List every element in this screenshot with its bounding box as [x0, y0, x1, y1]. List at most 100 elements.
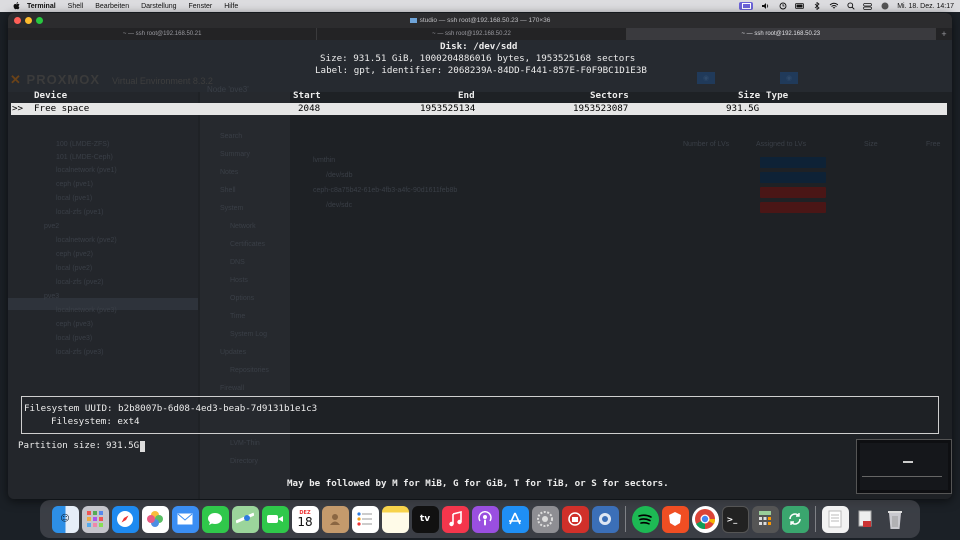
- menu-item-shell[interactable]: Shell: [68, 3, 84, 10]
- podcasts-icon[interactable]: [471, 505, 499, 533]
- text-cursor: [140, 441, 145, 452]
- apple-menu-icon[interactable]: [11, 2, 21, 10]
- window-titlebar: studio — ssh root@192.168.50.23 — 170×36: [8, 13, 952, 28]
- tree-item: local-zfs (pve3): [56, 349, 104, 356]
- row-marker: >>: [12, 103, 24, 114]
- partition-row-selected[interactable]: [11, 103, 947, 115]
- dock: ☺ DEZ 18 tv >_: [40, 500, 920, 538]
- nav-item: Shell: [220, 187, 236, 194]
- menu-item-fenster[interactable]: Fenster: [189, 3, 213, 10]
- launchpad-icon[interactable]: [81, 505, 109, 533]
- app-store-icon[interactable]: [501, 505, 529, 533]
- finder-icon[interactable]: ☺: [51, 505, 79, 533]
- messages-icon[interactable]: [201, 505, 229, 533]
- facetime-icon[interactable]: [261, 505, 289, 533]
- safari-icon[interactable]: [111, 505, 139, 533]
- row-sectors: 1953523087: [573, 103, 629, 114]
- tree-item: local (pve2): [56, 265, 93, 272]
- nav-item: Search: [220, 133, 243, 140]
- siri-icon[interactable]: [880, 2, 889, 10]
- music-icon[interactable]: [441, 505, 469, 533]
- tab-ssh-23[interactable]: ~ — ssh root@192.168.50.23: [626, 28, 936, 40]
- proxmox-product: Virtual Environment 8.3.2: [112, 76, 213, 86]
- window-title: studio — ssh root@192.168.50.23 — 170×36: [419, 17, 551, 24]
- terminal-icon[interactable]: >_: [721, 505, 749, 533]
- partition-size-label: Partition size:: [18, 440, 101, 451]
- nav-item: Directory: [230, 458, 259, 465]
- disk-label-line: Label: gpt, identifier: 2068239A-84DD-F4…: [315, 65, 647, 76]
- folder-icon: [409, 17, 417, 23]
- tree-item: localnetwork (pve3): [56, 307, 117, 314]
- tree-item: localnetwork (pve1): [56, 167, 117, 174]
- proxmox-create-vm-button: ◉: [697, 72, 716, 84]
- menu-clock[interactable]: Mi. 18. Dez. 14:17: [897, 3, 954, 10]
- wifi-icon[interactable]: [829, 2, 839, 10]
- close-window-button[interactable]: [14, 17, 21, 24]
- document-icon[interactable]: [821, 505, 849, 533]
- contacts-icon[interactable]: [321, 505, 349, 533]
- nav-item: Summary: [220, 151, 250, 158]
- tab-ssh-21[interactable]: ~ — ssh root@192.168.50.21: [8, 28, 318, 40]
- calendar-icon[interactable]: DEZ 18: [291, 505, 319, 533]
- reminders-icon[interactable]: [351, 505, 379, 533]
- tree-item: local-zfs (pve1): [56, 209, 104, 216]
- table-header: Assigned to LVs: [756, 141, 807, 148]
- system-settings-icon[interactable]: [531, 505, 559, 533]
- brave-icon[interactable]: [661, 505, 689, 533]
- menu-item-hilfe[interactable]: Hilfe: [224, 3, 238, 10]
- usage-bar: [760, 187, 826, 198]
- chrome-icon[interactable]: [691, 505, 719, 533]
- nav-item: LVM-Thin: [230, 440, 260, 447]
- new-tab-button[interactable]: +: [936, 28, 952, 40]
- calendar-day: 18: [297, 514, 313, 529]
- window-preview-thumbnail[interactable]: [856, 439, 952, 494]
- table-header: Number of LVs: [683, 141, 730, 148]
- tree-item: localnetwork (pve2): [56, 237, 117, 244]
- screen-mirroring-icon[interactable]: [739, 2, 754, 10]
- time-machine-icon[interactable]: [778, 2, 787, 10]
- row-device: Free space: [34, 103, 90, 114]
- menu-bar: Terminal Shell Bearbeiten Darstellung Fe…: [0, 0, 960, 12]
- menu-item-darstellung[interactable]: Darstellung: [141, 3, 176, 10]
- bluetooth-icon[interactable]: [812, 2, 821, 10]
- maps-icon[interactable]: [231, 505, 259, 533]
- control-center-icon[interactable]: [863, 2, 873, 10]
- mail-icon[interactable]: [171, 505, 199, 533]
- tree-item: local-zfs (pve2): [56, 279, 104, 286]
- trash-icon[interactable]: [882, 506, 909, 533]
- filesystem-uuid-line: Filesystem UUID: b2b8007b-6d08-4ed3-beab…: [24, 403, 318, 414]
- notes-icon[interactable]: [381, 505, 409, 533]
- volume-icon[interactable]: [761, 2, 770, 10]
- tree-item: pve2: [44, 223, 60, 230]
- nav-item: DNS: [230, 259, 245, 266]
- tab-ssh-22[interactable]: ~ — ssh root@192.168.50.22: [317, 28, 627, 40]
- photos-icon[interactable]: [141, 505, 169, 533]
- nav-item: Firewall: [220, 385, 245, 392]
- menu-app-name[interactable]: Terminal: [27, 3, 56, 10]
- proxmox-logo: ✕ PROXMOX: [10, 72, 100, 87]
- column-header-start: Start: [293, 90, 321, 101]
- row-size: 931.5G: [726, 103, 760, 114]
- minimize-window-button[interactable]: [25, 17, 32, 24]
- apple-tv-icon[interactable]: tv: [411, 505, 439, 533]
- zoom-window-button[interactable]: [36, 17, 43, 24]
- dock-separator: [814, 506, 816, 532]
- partition-size-input[interactable]: 931.5G: [106, 440, 139, 452]
- battery-icon[interactable]: [795, 2, 805, 10]
- tree-item: ceph (pve3): [56, 321, 93, 328]
- spotify-icon[interactable]: [631, 505, 659, 533]
- table-header: Size: [864, 141, 878, 148]
- menu-item-bearbeiten[interactable]: Bearbeiten: [95, 3, 129, 10]
- tree-item: local (pve1): [56, 195, 93, 202]
- nav-item: Network: [230, 223, 256, 230]
- tree-item: 101 (LMDE-Ceph): [56, 154, 113, 161]
- preview-stack-icon[interactable]: [852, 506, 879, 533]
- screenshot-icon[interactable]: [561, 505, 589, 533]
- calculator-icon[interactable]: [751, 505, 779, 533]
- spotlight-icon[interactable]: [846, 2, 855, 10]
- tree-item: pve3: [44, 293, 60, 300]
- sync-icon[interactable]: [781, 505, 809, 533]
- nav-item: Repositories: [230, 367, 269, 374]
- proxyman-icon[interactable]: [591, 505, 619, 533]
- column-header-size: Size: [738, 90, 761, 101]
